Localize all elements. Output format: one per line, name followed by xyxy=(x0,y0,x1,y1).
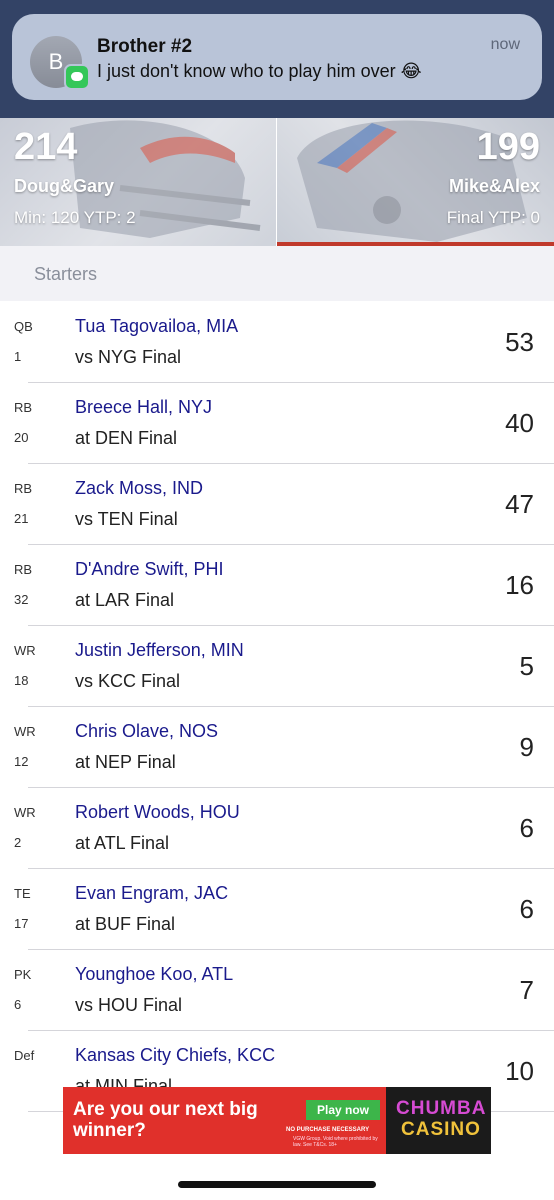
player-name[interactable]: Chris Olave, NOS xyxy=(75,721,218,742)
away-team-name: Mike&Alex xyxy=(448,176,540,196)
home-score: 214 xyxy=(14,126,78,168)
player-points: 40 xyxy=(505,408,534,438)
player-row[interactable]: WR 18 Justin Jefferson, MIN vs KCC Final 5 xyxy=(0,625,554,707)
home-team-panel[interactable]: 214 Doug&Gary Min: 120 YTP: 2 xyxy=(0,118,276,246)
player-game-status: vs TEN Final xyxy=(75,509,178,529)
player-rank: 1 xyxy=(14,349,22,364)
player-rank: 20 xyxy=(14,430,29,445)
player-position: TE xyxy=(14,886,31,901)
player-rank: 32 xyxy=(14,592,29,607)
away-team-panel[interactable]: 199 Mike&Alex Final YTP: 0 xyxy=(277,118,554,246)
ad-headline: Are you our next big winner? xyxy=(73,1099,258,1141)
away-team-meta: Final YTP: 0 xyxy=(446,208,540,227)
player-game-status: at NEP Final xyxy=(75,752,176,772)
player-points: 7 xyxy=(519,975,534,1005)
player-rank: 12 xyxy=(14,754,29,769)
player-name[interactable]: Breece Hall, NYJ xyxy=(75,397,212,418)
starters-list: QB 1 Tua Tagovailoa, MIA vs NYG Final 53 RB 20… xyxy=(0,301,554,1112)
ad-fine-print: NO PURCHASE NECESSARY xyxy=(286,1127,370,1133)
player-points: 6 xyxy=(519,813,534,843)
player-row[interactable]: RB 20 Breece Hall, NYJ at DEN Final 40 xyxy=(0,382,554,464)
player-position: RB xyxy=(14,481,33,496)
player-game-status: at ATL Final xyxy=(75,833,170,853)
player-game-status: at LAR Final xyxy=(75,590,175,610)
player-points: 47 xyxy=(505,489,534,519)
starters-section-header: Starters xyxy=(0,246,554,301)
player-position: QB xyxy=(14,319,33,334)
player-name[interactable]: Robert Woods, HOU xyxy=(75,802,240,823)
player-row[interactable]: TE 17 Evan Engram, JAC at BUF Final 6 xyxy=(0,868,554,950)
player-position: RB xyxy=(14,400,33,415)
player-row[interactable]: QB 1 Tua Tagovailoa, MIA vs NYG Final 53 xyxy=(0,301,554,383)
messages-app-icon xyxy=(64,64,90,90)
home-team-name: Doug&Gary xyxy=(14,176,115,196)
player-name[interactable]: D'Andre Swift, PHI xyxy=(75,559,223,580)
player-rank: 2 xyxy=(14,835,22,850)
player-position: PK xyxy=(14,967,32,982)
home-team-meta: Min: 120 YTP: 2 xyxy=(14,208,136,227)
player-row[interactable]: WR 2 Robert Woods, HOU at ATL Final 6 xyxy=(0,787,554,869)
player-rank: 6 xyxy=(14,997,22,1012)
player-position: WR xyxy=(14,805,36,820)
player-points: 16 xyxy=(505,570,534,600)
player-position: RB xyxy=(14,562,33,577)
player-name[interactable]: Tua Tagovailoa, MIA xyxy=(75,316,238,337)
notification-text: I just don't know who to play him over 😂 xyxy=(97,61,422,81)
player-rank: 18 xyxy=(14,673,29,688)
ad-disclaimer: VGW Group. Void where prohibited by law.… xyxy=(293,1136,378,1148)
player-name[interactable]: Younghoe Koo, ATL xyxy=(75,964,233,985)
player-name[interactable]: Justin Jefferson, MIN xyxy=(75,640,244,661)
player-position: WR xyxy=(14,724,36,739)
notification-sender: Brother #2 xyxy=(97,36,193,57)
ad-brand-line-2: CASINO xyxy=(401,1119,481,1140)
player-row[interactable]: RB 21 Zack Moss, IND vs TEN Final 47 xyxy=(0,463,554,545)
player-row[interactable]: WR 12 Chris Olave, NOS at NEP Final 9 xyxy=(0,706,554,788)
player-game-status: vs KCC Final xyxy=(75,671,181,691)
player-row[interactable]: RB 32 D'Andre Swift, PHI at LAR Final 16 xyxy=(0,544,554,626)
ad-play-button[interactable]: Play now xyxy=(306,1100,380,1120)
player-rank: 17 xyxy=(14,916,29,931)
ad-banner[interactable]: Are you our next big winner? Play now NO… xyxy=(63,1087,491,1154)
player-rank: 21 xyxy=(14,511,29,526)
player-name[interactable]: Evan Engram, JAC xyxy=(75,883,228,904)
player-points: 6 xyxy=(519,894,534,924)
player-points: 5 xyxy=(519,651,534,681)
player-game-status: at DEN Final xyxy=(75,428,178,448)
player-points: 53 xyxy=(505,327,534,357)
player-game-status: vs HOU Final xyxy=(75,995,183,1015)
away-score: 199 xyxy=(476,126,540,168)
player-position: Def xyxy=(14,1048,35,1063)
player-position: WR xyxy=(14,643,36,658)
player-game-status: at BUF Final xyxy=(75,914,176,934)
player-name[interactable]: Zack Moss, IND xyxy=(75,478,203,499)
player-points: 9 xyxy=(519,732,534,762)
message-notification[interactable]: B Brother #2 I just don't know who to pl… xyxy=(12,14,542,100)
player-game-status: vs NYG Final xyxy=(75,347,182,367)
player-name[interactable]: Kansas City Chiefs, KCC xyxy=(75,1045,275,1066)
player-points: 10 xyxy=(505,1056,534,1086)
ad-brand-line-1: CHUMBA xyxy=(396,1098,487,1119)
player-row[interactable]: PK 6 Younghoe Koo, ATL vs HOU Final 7 xyxy=(0,949,554,1031)
notification-time: now xyxy=(490,36,520,53)
home-indicator[interactable] xyxy=(178,1181,376,1188)
